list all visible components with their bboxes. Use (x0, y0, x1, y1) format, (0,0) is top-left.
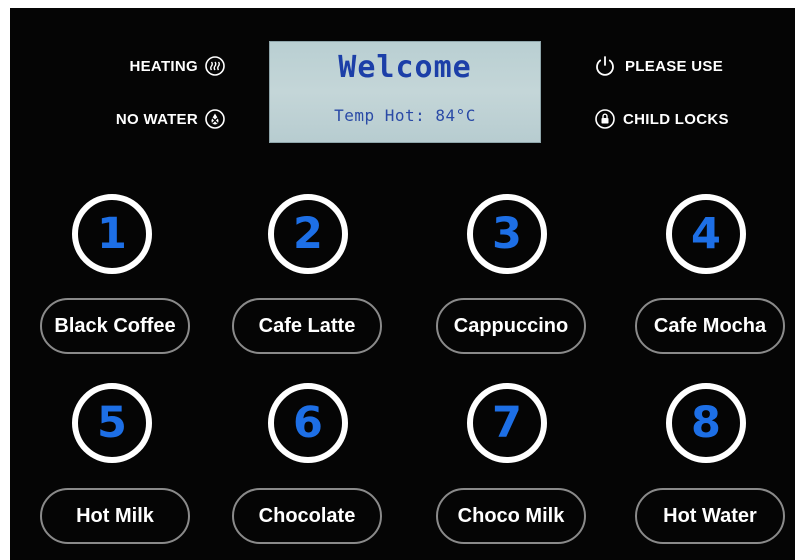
heating-label: HEATING (129, 57, 198, 75)
no-water-indicator: NO WATER (45, 108, 225, 130)
heating-indicator: HEATING (45, 55, 225, 77)
number-button-7[interactable]: 7 (467, 383, 547, 463)
hot-milk-button[interactable]: Hot Milk (40, 488, 190, 544)
number-button-1[interactable]: 1 (72, 194, 152, 274)
display-temperature: Temp Hot: 84°C (334, 106, 476, 125)
number-button-6[interactable]: 6 (268, 383, 348, 463)
please-use-label: PLEASE USE (625, 57, 724, 75)
black-coffee-button[interactable]: Black Coffee (40, 298, 190, 354)
cafe-mocha-button[interactable]: Cafe Mocha (635, 298, 785, 354)
cappuccino-button[interactable]: Cappuccino (436, 298, 586, 354)
child-locks-label: CHILD LOCKS (623, 110, 729, 128)
number-button-2[interactable]: 2 (268, 194, 348, 274)
hot-water-button[interactable]: Hot Water (635, 488, 785, 544)
chocolate-button[interactable]: Chocolate (232, 488, 382, 544)
cafe-latte-button[interactable]: Cafe Latte (232, 298, 382, 354)
no-water-label: NO WATER (115, 110, 198, 128)
number-button-5[interactable]: 5 (72, 383, 152, 463)
lock-icon (595, 109, 615, 129)
lcd-display: Welcome Temp Hot: 84°C (269, 41, 541, 143)
number-button-8[interactable]: 8 (666, 383, 746, 463)
power-button[interactable]: PLEASE USE (593, 54, 723, 78)
child-lock-button[interactable]: CHILD LOCKS (595, 108, 729, 130)
choco-milk-button[interactable]: Choco Milk (436, 488, 586, 544)
heating-icon (205, 56, 225, 76)
power-icon (593, 54, 617, 78)
number-button-3[interactable]: 3 (467, 194, 547, 274)
number-button-4[interactable]: 4 (666, 194, 746, 274)
display-title: Welcome (338, 50, 472, 85)
water-drop-icon (205, 109, 225, 129)
